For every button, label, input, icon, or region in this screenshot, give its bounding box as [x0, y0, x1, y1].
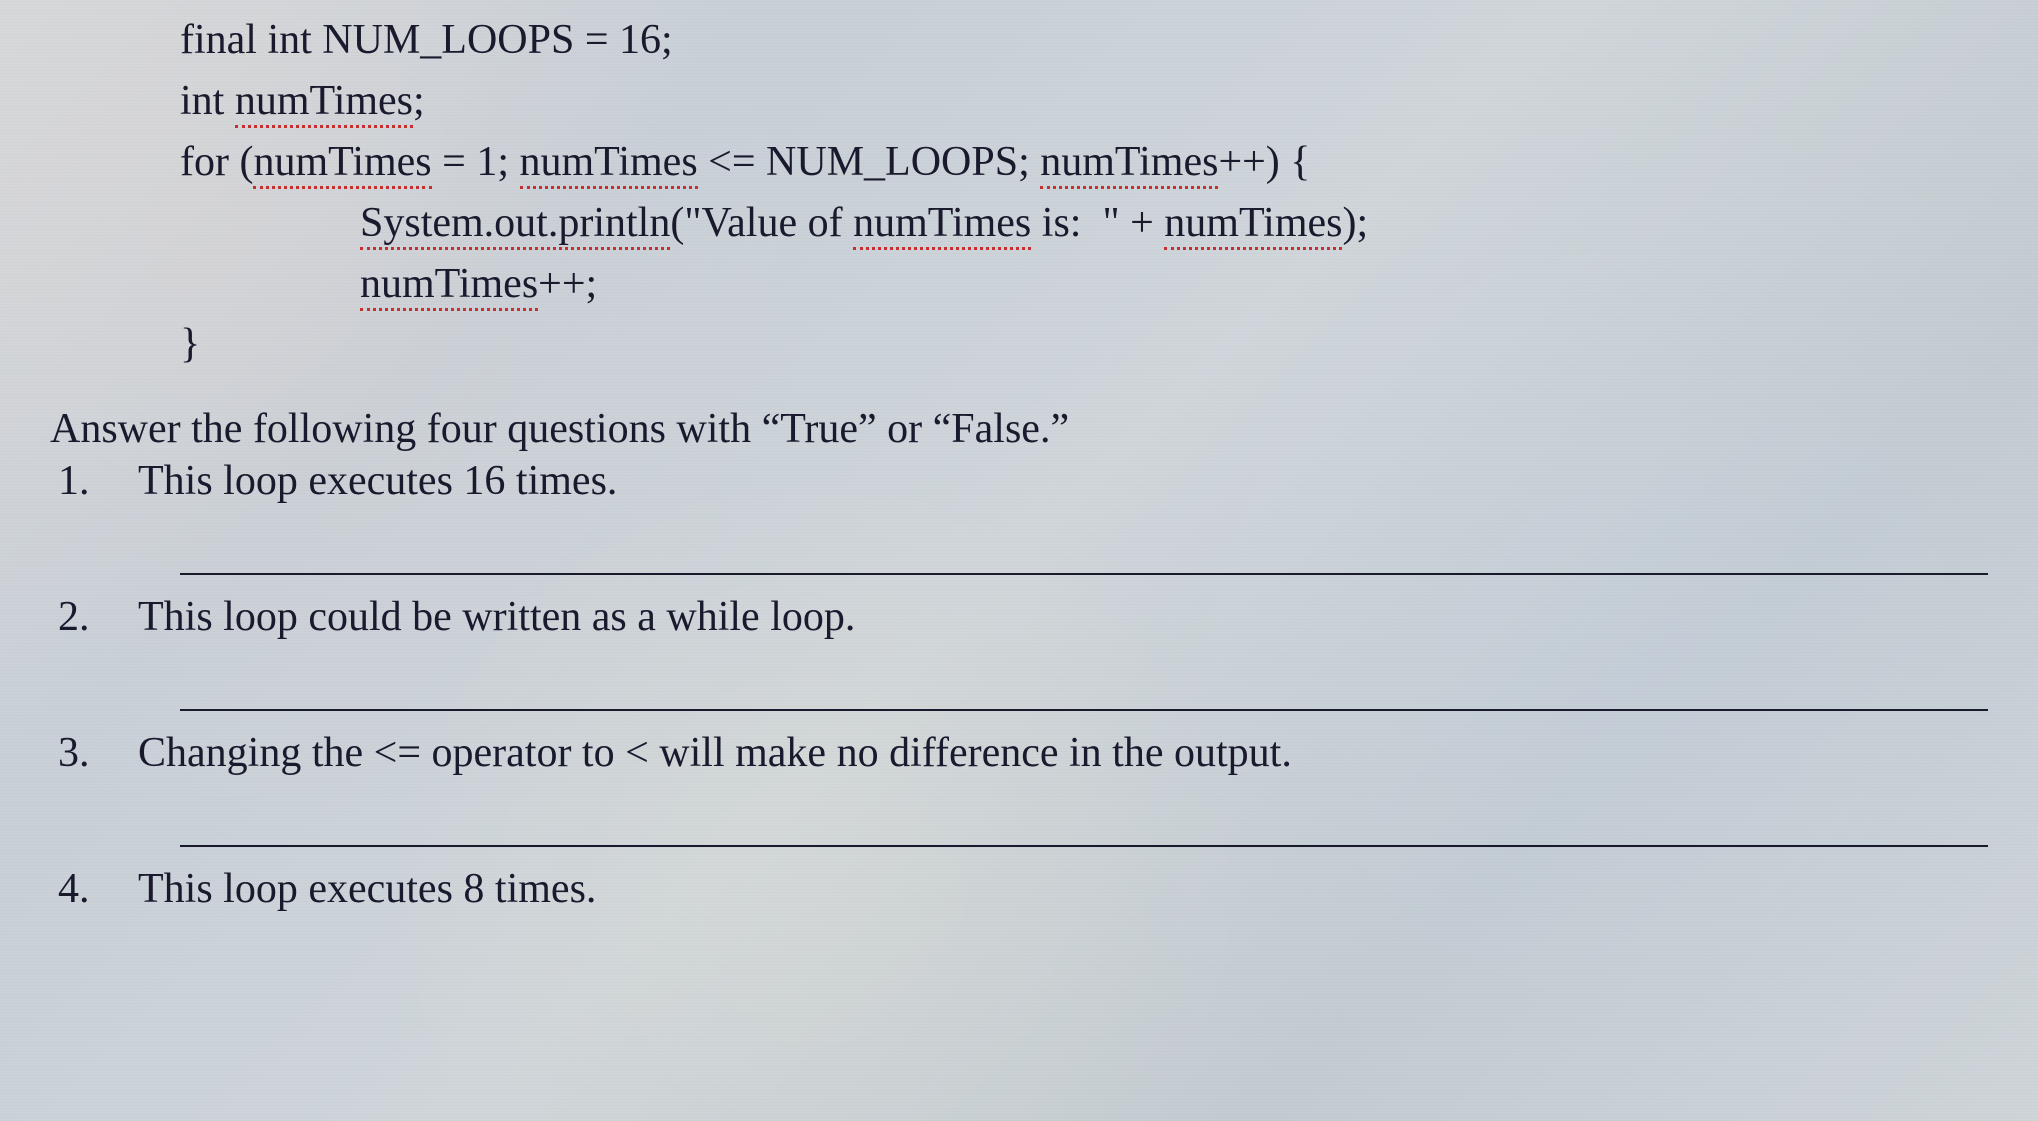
- code-text: ++;: [538, 261, 597, 307]
- code-text: = 1;: [432, 139, 520, 185]
- code-line-2: int numTimes;: [180, 71, 1988, 132]
- code-text: numTimes: [1040, 139, 1218, 189]
- answer-line: [180, 573, 1988, 575]
- question-number: 4.: [50, 865, 138, 913]
- code-text: numTimes: [853, 200, 1031, 250]
- code-line-4: System.out.println("Value of numTimes is…: [360, 193, 1988, 254]
- code-text: is: " +: [1031, 200, 1164, 246]
- question-text: Changing the <= operator to < will make …: [138, 729, 1988, 777]
- worksheet-content: final int NUM_LOOPS = 16; int numTimes; …: [0, 0, 2038, 933]
- code-text: System.out.println: [360, 200, 670, 250]
- question-number: 3.: [50, 729, 138, 777]
- code-text: numTimes: [1164, 200, 1342, 250]
- question-number: 2.: [50, 593, 138, 641]
- code-line-6: }: [180, 314, 1988, 375]
- code-text: for (: [180, 139, 253, 185]
- code-text: ++) {: [1218, 139, 1310, 185]
- code-text: numTimes: [360, 261, 538, 311]
- question-text: This loop executes 8 times.: [138, 865, 1988, 913]
- answer-line: [180, 845, 1988, 847]
- code-text: numTimes: [235, 78, 413, 128]
- question-item: 4. This loop executes 8 times.: [50, 865, 1988, 913]
- answer-line: [180, 709, 1988, 711]
- code-text: final int NUM_LOOPS = 16;: [180, 17, 673, 63]
- code-text: ("Value of: [670, 200, 853, 246]
- question-text: This loop executes 16 times.: [138, 457, 1988, 505]
- code-text: <= NUM_LOOPS;: [698, 139, 1041, 185]
- question-item: 3. Changing the <= operator to < will ma…: [50, 729, 1988, 777]
- code-text: numTimes: [520, 139, 698, 189]
- code-block: final int NUM_LOOPS = 16; int numTimes; …: [180, 10, 1988, 375]
- code-text: }: [180, 321, 200, 367]
- question-list: 1. This loop executes 16 times. 2. This …: [50, 457, 1988, 913]
- question-text: This loop could be written as a while lo…: [138, 593, 1988, 641]
- code-line-1: final int NUM_LOOPS = 16;: [180, 10, 1988, 71]
- question-item: 2. This loop could be written as a while…: [50, 593, 1988, 641]
- code-text: int: [180, 78, 224, 124]
- code-line-5: numTimes++;: [360, 254, 1988, 315]
- code-text: numTimes: [253, 139, 431, 189]
- code-line-3: for (numTimes = 1; numTimes <= NUM_LOOPS…: [180, 132, 1988, 193]
- code-text: ;: [413, 78, 425, 124]
- question-number: 1.: [50, 457, 138, 505]
- question-item: 1. This loop executes 16 times.: [50, 457, 1988, 505]
- question-intro: Answer the following four questions with…: [50, 405, 1988, 453]
- code-text: );: [1342, 200, 1368, 246]
